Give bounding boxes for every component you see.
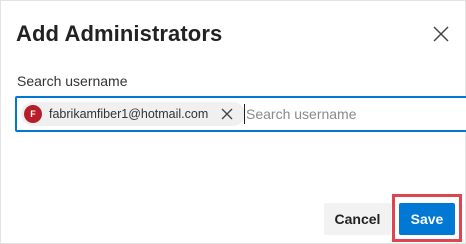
selected-user-chip: F fabrikamfiber1@hotmail.com [21,102,245,126]
search-input[interactable] [246,103,456,125]
dialog-title: Add Administrators [16,21,223,46]
close-button[interactable] [430,23,452,45]
add-administrators-dialog: Add Administrators Search username F fab… [0,0,466,244]
selected-user-email: fabrikamfiber1@hotmail.com [49,107,209,121]
avatar: F [24,105,42,123]
close-icon [433,26,449,42]
remove-user-button[interactable] [220,107,234,121]
save-button[interactable]: Save [399,203,455,235]
user-picker[interactable]: F fabrikamfiber1@hotmail.com [15,96,466,132]
search-username-label: Search username [17,73,128,89]
text-cursor [244,104,245,124]
cancel-button[interactable]: Cancel [324,203,391,235]
close-icon [221,108,233,120]
